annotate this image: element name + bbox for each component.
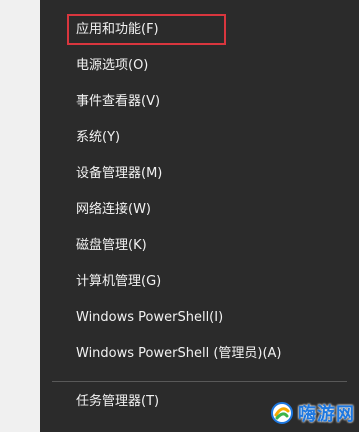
menu-item-label: 事件查看器(V) <box>76 94 161 109</box>
menu-item-system[interactable]: 系统(Y) <box>40 120 359 156</box>
menu-item-label: Windows PowerShell (管理员)(A) <box>76 346 282 361</box>
watermark-text: 嗨游网 <box>298 404 355 425</box>
menu-list: 应用和功能(F) 电源选项(O) 事件查看器(V) 系统(Y) 设备管理器(M)… <box>40 12 359 372</box>
menu-item-label: 磁盘管理(K) <box>76 238 147 253</box>
menu-item-event-viewer[interactable]: 事件查看器(V) <box>40 84 359 120</box>
menu-item-powershell[interactable]: Windows PowerShell(I) <box>40 300 359 336</box>
menu-item-disk-management[interactable]: 磁盘管理(K) <box>40 228 359 264</box>
menu-item-device-manager[interactable]: 设备管理器(M) <box>40 156 359 192</box>
menu-item-network-connections[interactable]: 网络连接(W) <box>40 192 359 228</box>
menu-item-label: 计算机管理(G) <box>76 274 162 289</box>
menu-item-computer-management[interactable]: 计算机管理(G) <box>40 264 359 300</box>
watermark: 嗨游网 <box>270 400 355 426</box>
menu-separator <box>52 381 347 382</box>
menu-item-label: 应用和功能(F) <box>76 22 159 37</box>
menu-item-label: Windows PowerShell(I) <box>76 310 224 325</box>
menu-item-label: 设备管理器(M) <box>76 166 163 181</box>
menu-item-label: 电源选项(O) <box>76 58 149 73</box>
menu-item-power-options[interactable]: 电源选项(O) <box>40 48 359 84</box>
menu-item-label: 网络连接(W) <box>76 202 151 217</box>
context-menu: 应用和功能(F) 电源选项(O) 事件查看器(V) 系统(Y) 设备管理器(M)… <box>40 0 359 432</box>
menu-item-label: 任务管理器(T) <box>76 394 160 409</box>
menu-item-apps-and-features[interactable]: 应用和功能(F) <box>40 12 359 48</box>
menu-item-label: 系统(Y) <box>76 130 121 145</box>
haiyou-logo-icon <box>270 401 294 425</box>
screen: 应用和功能(F) 电源选项(O) 事件查看器(V) 系统(Y) 设备管理器(M)… <box>0 0 359 432</box>
menu-item-powershell-admin[interactable]: Windows PowerShell (管理员)(A) <box>40 336 359 372</box>
